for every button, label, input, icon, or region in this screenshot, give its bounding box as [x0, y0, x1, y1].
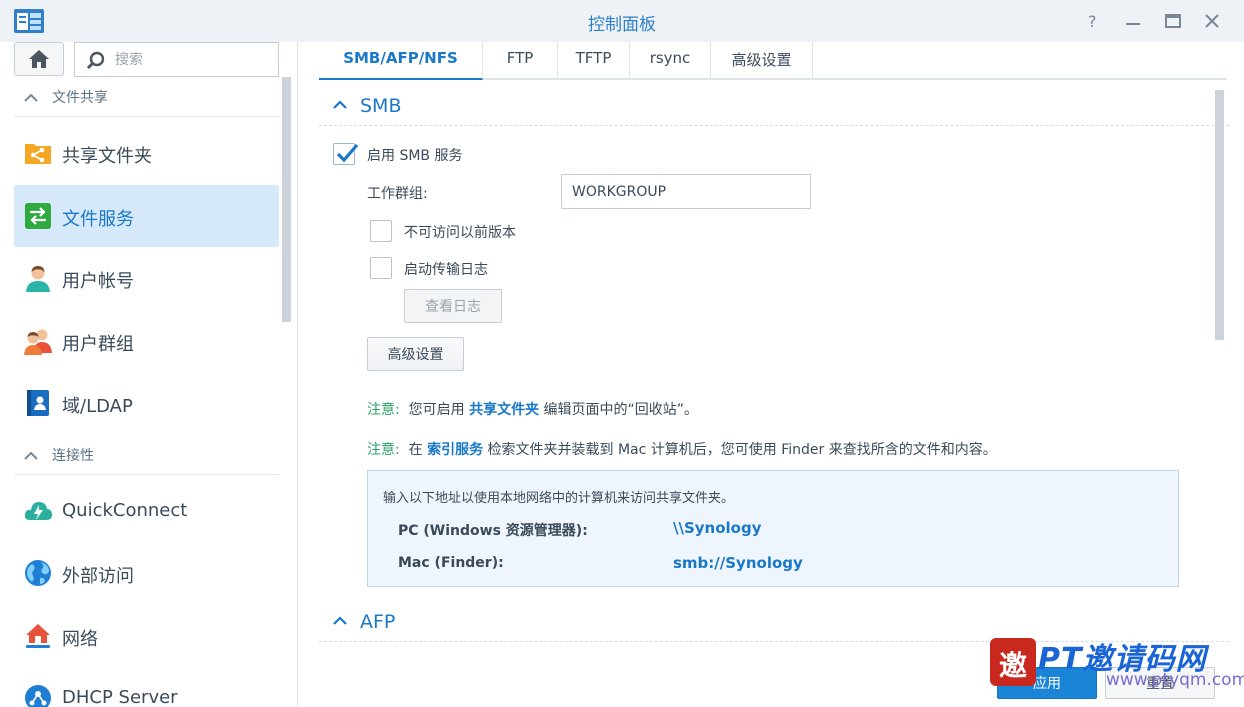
transfer-log-label: 启动传输日志 — [404, 262, 488, 278]
note-prefix: 注意: — [367, 402, 400, 418]
apply-button[interactable]: 应用 — [997, 667, 1097, 699]
note-prefix: 注意: — [367, 442, 400, 458]
quickconnect-icon — [24, 502, 52, 520]
workgroup-input[interactable] — [561, 174, 811, 209]
pc-address-value: \\Synology — [673, 519, 762, 537]
section-label: 文件共享 — [52, 90, 108, 106]
smb-address-info-box: 输入以下地址以使用本地网络中的计算机来访问共享文件夹。 PC (Windows … — [367, 470, 1179, 587]
search-box[interactable] — [74, 42, 279, 77]
tab-tftp[interactable]: TFTP — [558, 42, 630, 78]
note-text: 您可启用 — [408, 402, 465, 418]
sidebar-item-label: 用户帐号 — [62, 271, 134, 292]
sidebar-item-label: 域/LDAP — [62, 396, 133, 417]
title-bar: 控制面板 ? — [0, 0, 1244, 42]
dhcp-icon — [25, 685, 51, 707]
chevron-up-icon — [333, 100, 347, 109]
help-icon[interactable]: ? — [1082, 10, 1104, 32]
view-log-button[interactable]: 查看日志 — [404, 289, 502, 323]
advanced-settings-button[interactable]: 高级设置 — [367, 337, 464, 371]
close-icon[interactable] — [1201, 10, 1223, 32]
enable-smb-checkbox[interactable] — [333, 143, 359, 165]
indexing-service-link[interactable]: 索引服务 — [427, 442, 483, 458]
shared-folder-link[interactable]: 共享文件夹 — [469, 402, 539, 418]
recycle-bin-note: 注意: 您可启用 共享文件夹 编辑页面中的“回收站”。 — [367, 399, 698, 419]
pc-address-label: PC (Windows 资源管理器): — [398, 523, 588, 539]
group-icon — [24, 329, 52, 355]
info-intro: 输入以下地址以使用本地网络中的计算机来访问共享文件夹。 — [383, 491, 735, 506]
checkmark-icon — [336, 143, 359, 163]
globe-icon — [25, 560, 51, 586]
sidebar-item-label: 共享文件夹 — [62, 146, 152, 167]
tab-bar: SMB/AFP/NFS FTP TFTP rsync 高级设置 — [319, 42, 1227, 80]
window-title: 控制面板 — [588, 15, 656, 35]
svg-text:?: ? — [1088, 12, 1097, 31]
prev-versions-checkbox[interactable] — [370, 220, 392, 242]
search-icon — [86, 51, 105, 70]
user-icon — [26, 266, 50, 292]
mac-address-value: smb://Synology — [673, 554, 803, 572]
minimize-icon[interactable] — [1122, 10, 1144, 32]
sidebar-item-label: 网络 — [62, 629, 98, 650]
tab-rsync[interactable]: rsync — [630, 42, 711, 78]
smb-section-title: SMB — [360, 95, 402, 117]
note-text: 编辑页面中的“回收站”。 — [543, 402, 699, 418]
network-icon — [26, 624, 50, 648]
sidebar-item-file-services[interactable]: 文件服务 — [14, 185, 279, 247]
section-label: 连接性 — [52, 448, 94, 464]
sidebar-item-user[interactable]: 用户帐号 — [14, 247, 279, 309]
chevron-up-icon — [24, 451, 38, 460]
sidebar-item-label: QuickConnect — [62, 500, 188, 521]
sidebar-item-ldap[interactable]: 域/LDAP — [14, 372, 279, 434]
workgroup-label: 工作群组: — [367, 186, 428, 202]
afp-section-header[interactable]: AFP — [319, 596, 1229, 642]
indexing-note: 注意: 在 索引服务 检索文件夹并装载到 Mac 计算机后，您可使用 Finde… — [367, 439, 997, 459]
search-input[interactable] — [113, 50, 273, 70]
home-button[interactable] — [14, 42, 64, 76]
tab-advanced[interactable]: 高级设置 — [711, 42, 813, 78]
sidebar-item-label: 外部访问 — [62, 566, 134, 587]
smb-section-header[interactable]: SMB — [319, 80, 1229, 126]
note-text: 检索文件夹并装载到 Mac 计算机后，您可使用 Finder 来查找所含的文件和… — [487, 442, 997, 458]
sidebar-item-label: 用户群组 — [62, 334, 134, 355]
sidebar-item-shared-folder[interactable]: 共享文件夹 — [14, 122, 279, 184]
reset-button[interactable]: 重置 — [1105, 667, 1215, 699]
sidebar-item-quickconnect[interactable]: QuickConnect — [14, 480, 279, 542]
shared-folder-icon — [25, 144, 51, 164]
note-text: 在 — [408, 442, 423, 458]
sidebar: 文件共享 共享文件夹 文件服务 用户帐号 — [0, 42, 298, 707]
section-header-file-sharing[interactable]: 文件共享 — [14, 81, 279, 117]
main-content: SMB 启用 SMB 服务 工作群组: 不可访问以前版本 启动传输日志 查看日志… — [319, 80, 1229, 655]
home-icon — [29, 50, 49, 68]
sidebar-item-network[interactable]: 网络 — [14, 605, 279, 667]
chevron-up-icon — [333, 616, 347, 625]
sidebar-item-external-access[interactable]: 外部访问 — [14, 542, 279, 604]
content-scrollbar[interactable] — [1215, 90, 1224, 340]
sidebar-scrollbar[interactable] — [282, 77, 291, 322]
sidebar-item-label: 文件服务 — [62, 209, 134, 230]
afp-section-title: AFP — [360, 611, 396, 633]
file-services-icon — [25, 203, 51, 229]
enable-smb-label: 启用 SMB 服务 — [367, 148, 463, 164]
prev-versions-label: 不可访问以前版本 — [404, 225, 516, 241]
tab-smb-afp-nfs[interactable]: SMB/AFP/NFS — [319, 42, 483, 80]
sidebar-item-group[interactable]: 用户群组 — [14, 310, 279, 372]
mac-address-label: Mac (Finder): — [398, 555, 504, 571]
sidebar-item-dhcp[interactable]: DHCP Server — [14, 667, 279, 707]
chevron-up-icon — [24, 93, 38, 102]
section-header-connectivity[interactable]: 连接性 — [14, 439, 279, 475]
tab-ftp[interactable]: FTP — [483, 42, 558, 78]
sidebar-item-label: DHCP Server — [62, 687, 178, 707]
maximize-icon[interactable] — [1162, 10, 1184, 32]
transfer-log-checkbox[interactable] — [370, 257, 392, 279]
ldap-icon — [27, 390, 49, 416]
